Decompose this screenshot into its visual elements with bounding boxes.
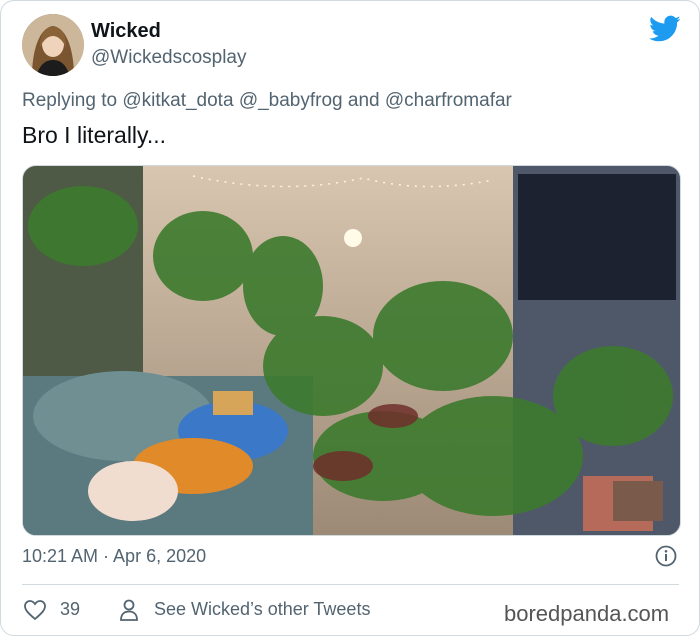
watermark: boredpanda.com xyxy=(504,601,670,626)
tweet-timestamp[interactable]: 10:21 AM · Apr 6, 2020 xyxy=(22,546,206,567)
like-count[interactable]: 39 xyxy=(60,599,80,620)
tweet-photo[interactable] xyxy=(22,165,681,536)
plant-room-image xyxy=(23,166,680,535)
tweet-card: Wicked @Wickedscosplay Replying to @kitk… xyxy=(0,0,700,636)
conjunction: and xyxy=(347,90,380,111)
mention-link[interactable]: @kitkat_dota xyxy=(122,90,233,111)
heart-icon[interactable] xyxy=(23,599,47,621)
avatar[interactable] xyxy=(22,14,84,76)
person-icon[interactable] xyxy=(118,598,140,622)
replying-to: Replying to @kitkat_dota @_babyfrog and … xyxy=(22,90,512,112)
display-name[interactable]: Wicked xyxy=(91,20,161,43)
user-handle[interactable]: @Wickedscosplay xyxy=(91,47,247,69)
twitter-bird-icon[interactable] xyxy=(649,15,681,43)
divider xyxy=(22,584,679,585)
avatar-portrait xyxy=(22,14,84,76)
info-icon[interactable] xyxy=(655,545,677,567)
replying-prefix: Replying to xyxy=(22,90,118,111)
mention-link[interactable]: @_babyfrog xyxy=(239,90,343,111)
tweet-text: Bro I literally... xyxy=(22,122,166,148)
see-other-tweets-link[interactable]: See Wicked’s other Tweets xyxy=(154,599,370,620)
mention-link[interactable]: @charfromafar xyxy=(385,90,512,111)
